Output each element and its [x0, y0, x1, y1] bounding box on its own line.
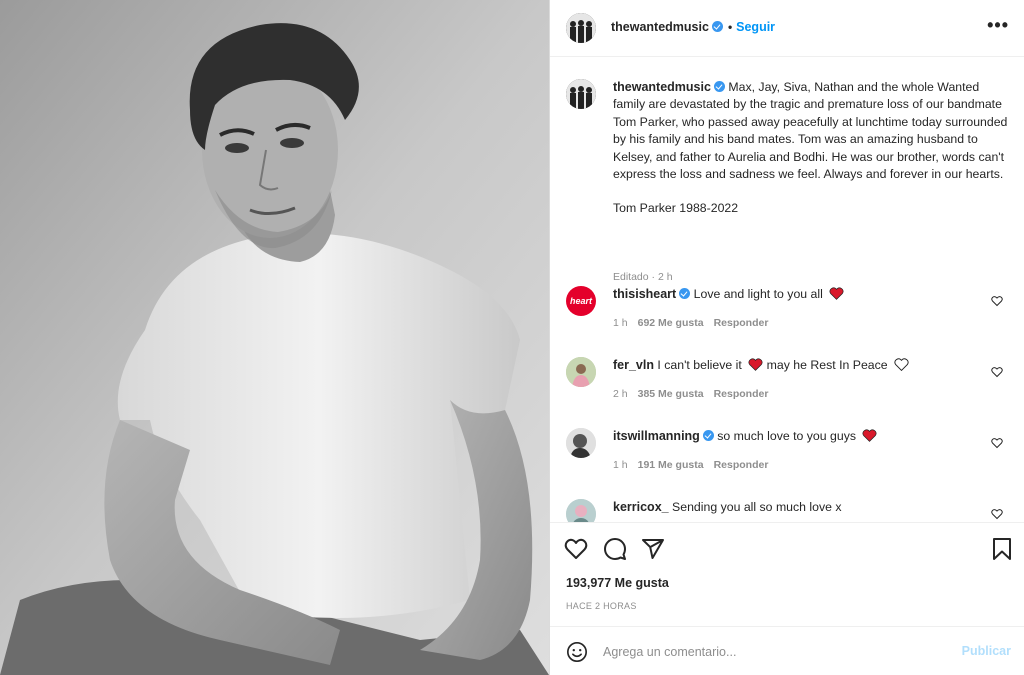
- publish-button[interactable]: Publicar: [962, 644, 1011, 658]
- comment-time: 2 h: [613, 388, 628, 400]
- heart-logo: heart: [569, 296, 592, 306]
- user-photo-icon: [566, 499, 596, 522]
- comment-time: 1 h: [613, 459, 628, 471]
- comment-item: fer_vln I can't believe it may he Rest I…: [566, 357, 1011, 417]
- post-image: [0, 0, 549, 675]
- caption-meta: Editado · 2 h: [613, 271, 673, 283]
- comment-item: itswillmanning so much love to you guys …: [566, 428, 1011, 488]
- comment-text: Love and light to you all: [693, 287, 823, 301]
- comment-item: kerricox_ Sending you all so much love x: [566, 499, 1011, 522]
- band-photo-icon: [566, 79, 596, 109]
- comment-icon[interactable]: [603, 537, 627, 561]
- verified-badge-icon: [679, 288, 691, 299]
- verified-badge-icon: [702, 430, 714, 441]
- reply-button[interactable]: Responder: [714, 459, 769, 471]
- comment-text: Sending you all so much love x: [672, 500, 842, 514]
- reply-button[interactable]: Responder: [714, 388, 769, 400]
- comments-section[interactable]: thewantedmusic Max, Jay, Siva, Nathan an…: [550, 57, 1024, 522]
- like-icon[interactable]: [564, 537, 588, 561]
- comment-meta: 1 h 692 Me gusta Responder: [613, 317, 778, 329]
- caption-text: thewantedmusic Max, Jay, Siva, Nathan an…: [613, 79, 1013, 218]
- comment-item: heart thisisheart Love and light to you …: [566, 286, 1011, 346]
- post-photo[interactable]: [0, 0, 549, 675]
- like-comment-icon[interactable]: [991, 295, 1003, 307]
- comment-meta: 2 h 385 Me gusta Responder: [613, 388, 778, 400]
- comment-body: kerricox_ Sending you all so much love x: [613, 499, 973, 516]
- comment-username[interactable]: itswillmanning: [613, 429, 700, 443]
- comment-likes[interactable]: 191 Me gusta: [638, 459, 704, 471]
- more-options-icon[interactable]: •••: [987, 16, 1009, 34]
- share-icon[interactable]: [641, 537, 665, 561]
- red-heart-emoji-icon: [748, 358, 763, 371]
- comment-avatar[interactable]: [566, 428, 596, 458]
- post-timestamp: HACE 2 HORAS: [566, 601, 637, 611]
- post-panel: thewantedmusic • Seguir ••• thewantedmusic…: [549, 0, 1024, 675]
- band-photo-icon: [566, 13, 596, 43]
- caption-body: Max, Jay, Siva, Nathan and the whole Wan…: [613, 80, 1008, 182]
- comment-avatar[interactable]: [566, 499, 596, 522]
- header-username[interactable]: thewantedmusic: [611, 20, 709, 34]
- comment-body: thisisheart Love and light to you all: [613, 286, 973, 303]
- comment-text-continued: may he Rest In Peace: [766, 358, 888, 372]
- comment-username[interactable]: thisisheart: [613, 287, 676, 301]
- user-photo-icon: [566, 428, 596, 458]
- caption-username[interactable]: thewantedmusic: [613, 80, 711, 94]
- caption-avatar[interactable]: [566, 79, 596, 109]
- header-avatar[interactable]: [566, 13, 596, 43]
- separator-dot: •: [727, 20, 733, 34]
- verified-badge-icon: [711, 21, 723, 32]
- save-bookmark-icon[interactable]: [990, 537, 1014, 561]
- verified-badge-icon: [713, 81, 725, 92]
- header-title: thewantedmusic • Seguir: [611, 19, 775, 35]
- comment-text: so much love to you guys: [717, 429, 856, 443]
- emoji-icon[interactable]: [566, 641, 588, 663]
- like-comment-icon[interactable]: [991, 437, 1003, 449]
- red-heart-emoji-icon: [862, 429, 877, 442]
- comment-input[interactable]: [603, 641, 943, 663]
- comment-username[interactable]: kerricox_: [613, 500, 669, 514]
- comment-body: itswillmanning so much love to you guys: [613, 428, 973, 445]
- like-comment-icon[interactable]: [991, 366, 1003, 378]
- comment-avatar[interactable]: [566, 357, 596, 387]
- comment-username[interactable]: fer_vln: [613, 358, 654, 372]
- likes-count[interactable]: 193,977 Me gusta: [566, 576, 669, 590]
- follow-button[interactable]: Seguir: [736, 20, 775, 34]
- caption-signature: Tom Parker 1988-2022: [613, 201, 739, 216]
- comment-meta: 1 h 191 Me gusta Responder: [613, 459, 778, 471]
- comment-text: I can't believe it: [657, 358, 742, 372]
- red-heart-emoji-icon: [829, 287, 844, 300]
- reply-button[interactable]: Responder: [714, 317, 769, 329]
- comment-likes[interactable]: 385 Me gusta: [638, 388, 704, 400]
- comment-likes[interactable]: 692 Me gusta: [638, 317, 704, 329]
- post-actions: 193,977 Me gusta HACE 2 HORAS: [550, 522, 1024, 626]
- comment-body: fer_vln I can't believe it may he Rest I…: [613, 357, 973, 374]
- add-comment-bar: Publicar: [550, 626, 1024, 675]
- user-photo-icon: [566, 357, 596, 387]
- comment-avatar[interactable]: heart: [566, 286, 596, 316]
- like-comment-icon[interactable]: [991, 508, 1003, 520]
- post-header: thewantedmusic • Seguir •••: [550, 0, 1024, 57]
- comment-time: 1 h: [613, 317, 628, 329]
- white-heart-emoji-icon: [894, 358, 909, 371]
